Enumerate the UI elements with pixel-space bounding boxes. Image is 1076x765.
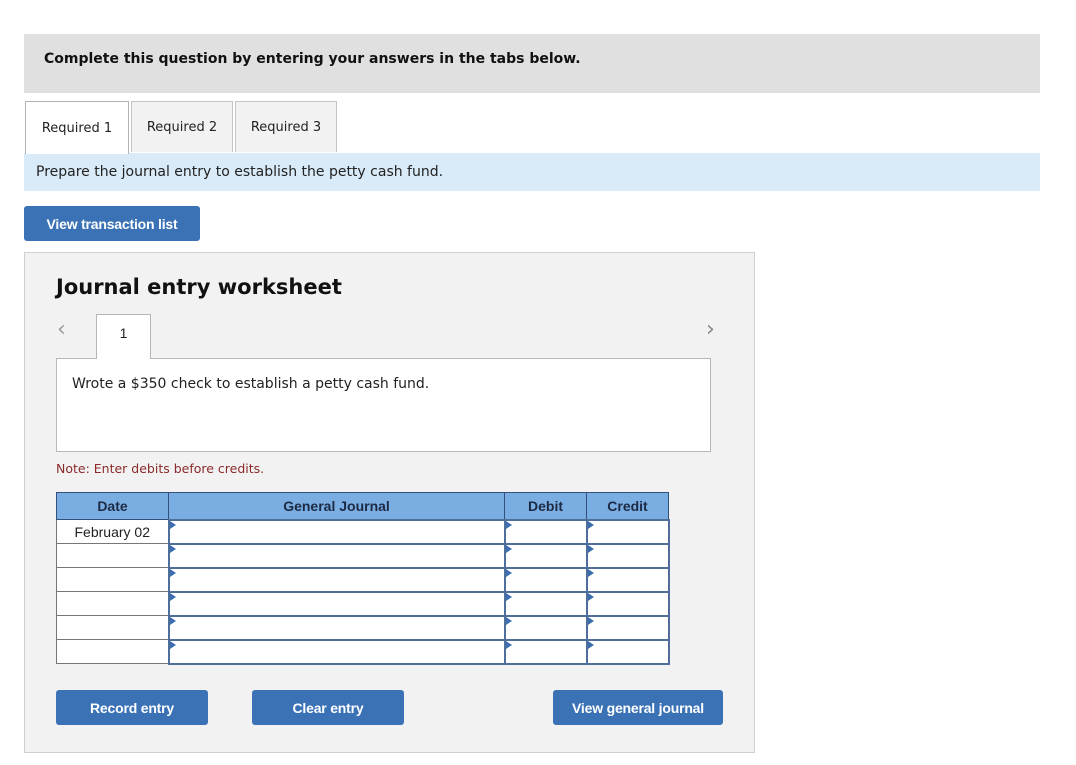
column-header-credit: Credit: [586, 492, 669, 520]
account-input[interactable]: [167, 518, 506, 545]
column-header-date: Date: [56, 492, 169, 520]
credit-input[interactable]: [585, 638, 670, 665]
clear-entry-button[interactable]: Clear entry: [252, 690, 404, 725]
account-input[interactable]: [167, 638, 506, 665]
chevron-left-icon[interactable]: ‹: [57, 317, 66, 342]
debit-input[interactable]: [503, 566, 588, 593]
debit-input[interactable]: [503, 518, 588, 545]
date-cell: [56, 615, 169, 640]
credit-input[interactable]: [585, 518, 670, 545]
tab-required-3[interactable]: Required 3: [235, 101, 337, 152]
note-text: Note: Enter debits before credits.: [56, 461, 265, 476]
requirement-tabs: Required 1 Required 2 Required 3: [24, 101, 1040, 154]
table-row: [56, 566, 670, 593]
credit-input[interactable]: [585, 590, 670, 617]
account-input[interactable]: [167, 590, 506, 617]
worksheet-title: Journal entry worksheet: [56, 275, 342, 299]
transaction-description-text: Wrote a $350 check to establish a petty …: [72, 376, 430, 392]
date-cell: [56, 543, 169, 568]
date-cell: [56, 591, 169, 616]
prompt-bar: Prepare the journal entry to establish t…: [24, 153, 1040, 191]
table-row: [56, 614, 670, 641]
credit-input[interactable]: [585, 542, 670, 569]
journal-table: Date General Journal Debit Credit Februa…: [56, 492, 670, 665]
date-cell: February 02: [56, 519, 169, 544]
debit-input[interactable]: [503, 590, 588, 617]
prompt-text: Prepare the journal entry to establish t…: [36, 164, 444, 180]
credit-input[interactable]: [585, 566, 670, 593]
debit-input[interactable]: [503, 614, 588, 641]
debit-input[interactable]: [503, 542, 588, 569]
column-header-debit: Debit: [504, 492, 587, 520]
credit-input[interactable]: [585, 614, 670, 641]
tab-required-2[interactable]: Required 2: [131, 101, 233, 152]
chevron-right-icon[interactable]: ›: [706, 317, 715, 342]
tab-required-1[interactable]: Required 1: [25, 101, 129, 154]
account-input[interactable]: [167, 566, 506, 593]
table-row: [56, 542, 670, 569]
date-cell: [56, 567, 169, 592]
table-row: [56, 638, 670, 665]
account-input[interactable]: [167, 542, 506, 569]
account-input[interactable]: [167, 614, 506, 641]
column-header-general-journal: General Journal: [168, 492, 505, 520]
instructions-text: Complete this question by entering your …: [44, 51, 581, 67]
view-transaction-list-button[interactable]: View transaction list: [24, 206, 200, 241]
transaction-description: Wrote a $350 check to establish a petty …: [56, 358, 711, 452]
table-row: [56, 590, 670, 617]
table-header-row: Date General Journal Debit Credit: [56, 492, 669, 520]
instructions-bar: Complete this question by entering your …: [24, 34, 1040, 93]
view-general-journal-button[interactable]: View general journal: [553, 690, 723, 725]
record-entry-button[interactable]: Record entry: [56, 690, 208, 725]
debit-input[interactable]: [503, 638, 588, 665]
table-row: February 02: [56, 518, 670, 545]
journal-entry-worksheet: Journal entry worksheet ‹ › 1 Wrote a $3…: [24, 252, 755, 753]
date-cell: [56, 639, 169, 664]
entry-tab-1[interactable]: 1: [96, 314, 151, 359]
